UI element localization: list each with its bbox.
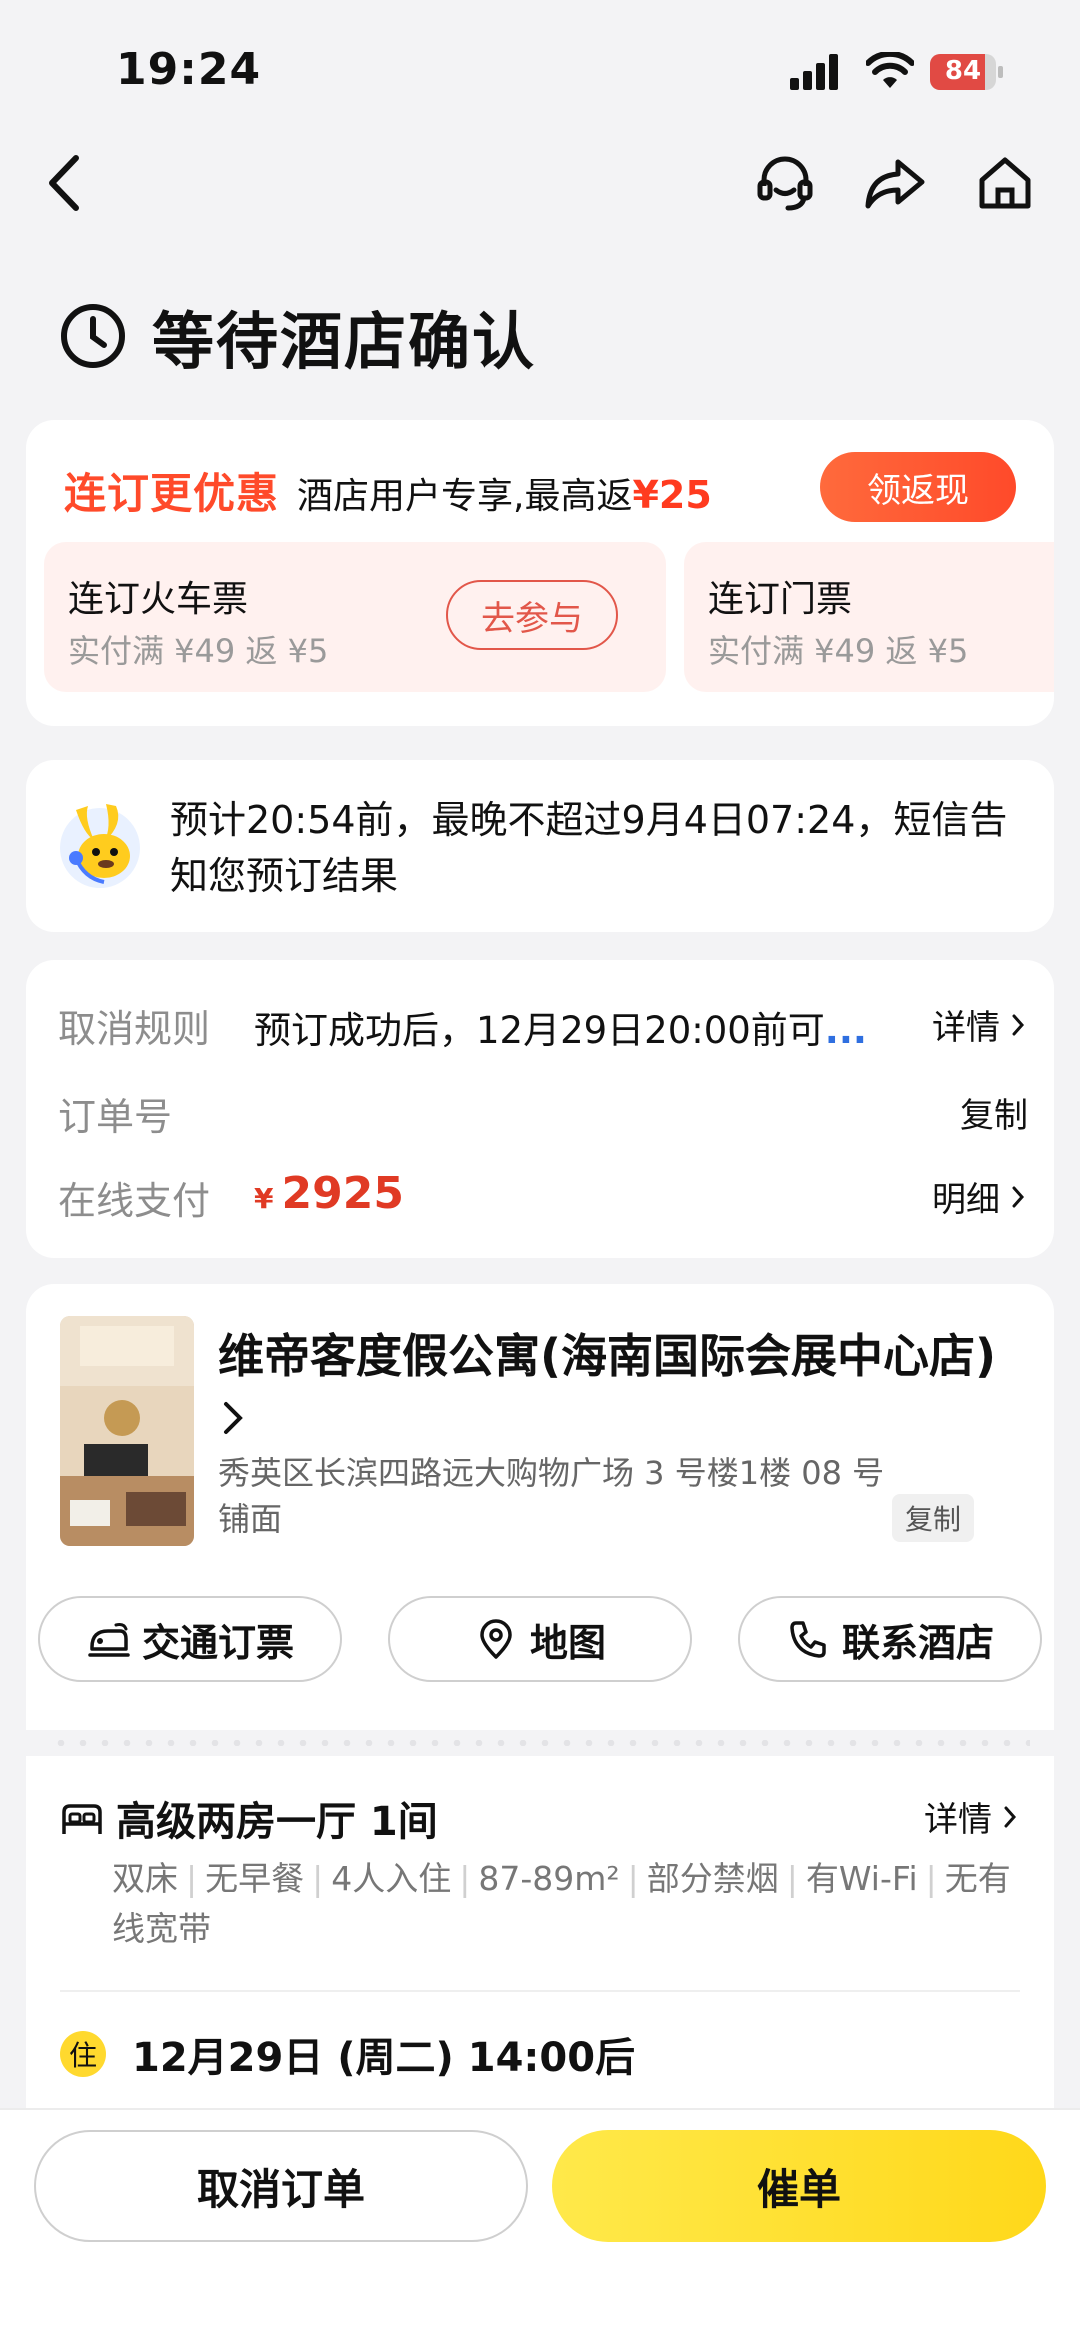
promo-item-tickets[interactable]: 连订门票 实付满 ¥49 返 ¥5 <box>684 542 1054 692</box>
copy-address-button[interactable]: 复制 <box>892 1494 974 1542</box>
amenity-item: 无早餐 <box>205 1859 305 1898</box>
cancel-rule-value: 预订成功后，12月29日20:00前可... <box>254 1000 867 1054</box>
cancel-rule-label: 取消规则 <box>58 1007 211 1051</box>
cancel-order-button[interactable]: 取消订单 <box>34 2130 528 2242</box>
order-status-header: 等待酒店确认 <box>58 296 536 378</box>
amenity-separator: | <box>925 1859 937 1898</box>
notice-text: 预计20:54前，最晚不超过9月4日07:24，短信告知您预订结果 <box>170 798 1008 898</box>
back-icon[interactable] <box>40 150 86 216</box>
chevron-right-icon <box>1012 1186 1025 1207</box>
cancel-rule-text: 预订成功后，12月29日20:00前可 <box>254 1009 825 1052</box>
amenity-item: 有Wi-Fi <box>805 1859 918 1898</box>
checkin-badge: 住 <box>60 2031 106 2077</box>
hotel-address: 秀英区长滨四路远大购物广场 3 号楼1楼 08 号铺面 <box>218 1454 885 1538</box>
headset-icon[interactable] <box>752 150 818 216</box>
amenity-separator: | <box>459 1859 471 1898</box>
hotel-name[interactable]: 维帝客度假公寓(海南国际会展中心店) <box>218 1324 1038 1388</box>
get-cashback-button[interactable]: 领返现 <box>820 452 1016 522</box>
amenity-item: 4人入住 <box>331 1859 452 1898</box>
payment-detail-link[interactable]: 明细 <box>932 1172 1028 1221</box>
room-detail-label: 详情 <box>924 1800 992 1840</box>
divider <box>60 1990 1020 1992</box>
price-currency: ¥ <box>254 1182 274 1215</box>
room-row: 高级两房一厅 1间 <box>60 1788 1020 1848</box>
amenity-separator: | <box>786 1859 798 1898</box>
amenity-item: 部分禁烟 <box>646 1859 779 1898</box>
copy-order-number-button[interactable]: 复制 <box>960 1088 1028 1137</box>
promo-item-train[interactable]: 连订火车票 实付满 ¥49 返 ¥5 去参与 <box>44 542 666 692</box>
promo-item-desc: 实付满 ¥49 返 ¥5 <box>68 632 329 670</box>
price-amount: 2925 <box>281 1168 404 1219</box>
order-info-card: 取消规则 预订成功后，12月29日20:00前可... 详情 订单号 复制 在线… <box>26 960 1054 1258</box>
map-button[interactable]: 地图 <box>388 1596 692 1682</box>
promo-subtitle: 酒店用户专享,最高返 <box>297 476 633 517</box>
transport-booking-label: 交通订票 <box>141 1620 294 1665</box>
amenity-separator: | <box>627 1859 639 1898</box>
room-amenities: 双床 | 无早餐 | 4人入住 | 87-89m² | 部分禁烟 | 有Wi-Fi | 无有线宽带 <box>112 1854 1012 1954</box>
promo-amount: ¥25 <box>632 473 712 517</box>
payment-label: 在线支付 <box>58 1179 211 1223</box>
notice-card: 预计20:54前，最晚不超过9月4日07:24，短信告知您预订结果 <box>26 760 1054 932</box>
promo-item-title: 连订门票 <box>708 579 853 620</box>
amenity-separator: | <box>312 1859 324 1898</box>
chevron-right-icon <box>1004 1806 1017 1827</box>
mascot-icon <box>60 804 140 888</box>
transport-booking-button[interactable]: 交通订票 <box>38 1596 342 1682</box>
cancel-rule-detail-link[interactable]: 详情 <box>932 1000 1028 1049</box>
contact-hotel-label: 联系酒店 <box>841 1620 994 1665</box>
chevron-right-icon[interactable] <box>218 1396 248 1440</box>
checkin-time: 12月29日 (周二) 14:00后 <box>132 2035 636 2081</box>
contact-hotel-button[interactable]: 联系酒店 <box>738 1596 1042 1682</box>
cancel-rule-ellipsis: ... <box>824 1009 867 1052</box>
order-number-label: 订单号 <box>58 1095 173 1139</box>
train-icon <box>88 1623 130 1657</box>
cancel-rule-detail-label: 详情 <box>932 1008 1000 1048</box>
promo-item-title: 连订火车票 <box>68 579 249 620</box>
urge-order-button[interactable]: 催单 <box>552 2130 1046 2242</box>
order-status-title: 等待酒店确认 <box>152 305 537 378</box>
cancel-rule-row[interactable]: 取消规则 预订成功后，12月29日20:00前可... 详情 <box>58 998 1028 1058</box>
share-icon[interactable] <box>862 150 928 216</box>
amenity-item: 87-89m² <box>478 1859 620 1898</box>
payment-detail-label: 明细 <box>932 1180 1000 1220</box>
hotel-photo[interactable] <box>60 1316 194 1546</box>
clock-icon <box>61 304 125 368</box>
home-icon[interactable] <box>972 150 1038 216</box>
battery-level: 84 <box>944 56 982 86</box>
amenity-separator: | <box>186 1859 198 1898</box>
order-number-row: 订单号 复制 <box>58 1086 1028 1146</box>
map-pin-icon <box>480 1619 512 1659</box>
bed-icon <box>62 1804 102 1834</box>
amenity-item: 双床 <box>112 1859 178 1898</box>
room-title: 高级两房一厅 1间 <box>116 1799 438 1845</box>
battery-icon: 84 <box>930 54 1004 90</box>
chevron-right-icon <box>1012 1014 1025 1035</box>
payment-row[interactable]: 在线支付 ¥2925 明细 <box>58 1168 1028 1230</box>
promo-item-desc: 实付满 ¥49 返 ¥5 <box>708 632 969 670</box>
map-label: 地图 <box>529 1620 606 1665</box>
promo-title: 连订更优惠 <box>64 469 280 518</box>
status-time: 19:24 <box>116 44 262 95</box>
status-bar: 19:24 84 <box>0 0 1080 130</box>
room-detail-link[interactable]: 详情 <box>924 1792 1020 1841</box>
phone-icon <box>790 1621 826 1658</box>
checkin-row: 住 12月29日 (周二) 14:00后 <box>60 2024 635 2084</box>
promo-card: 连订更优惠 酒店用户专享,最高返 ¥25 领返现 连订火车票 实付满 ¥49 返… <box>26 420 1054 726</box>
signal-icon <box>790 54 838 90</box>
wifi-icon <box>866 52 914 88</box>
bottom-action-bar: 取消订单 催单 <box>0 2108 1080 2337</box>
perforation-divider <box>26 1730 1054 1756</box>
payment-price: ¥2925 <box>254 1168 404 1219</box>
join-button[interactable]: 去参与 <box>446 580 618 650</box>
